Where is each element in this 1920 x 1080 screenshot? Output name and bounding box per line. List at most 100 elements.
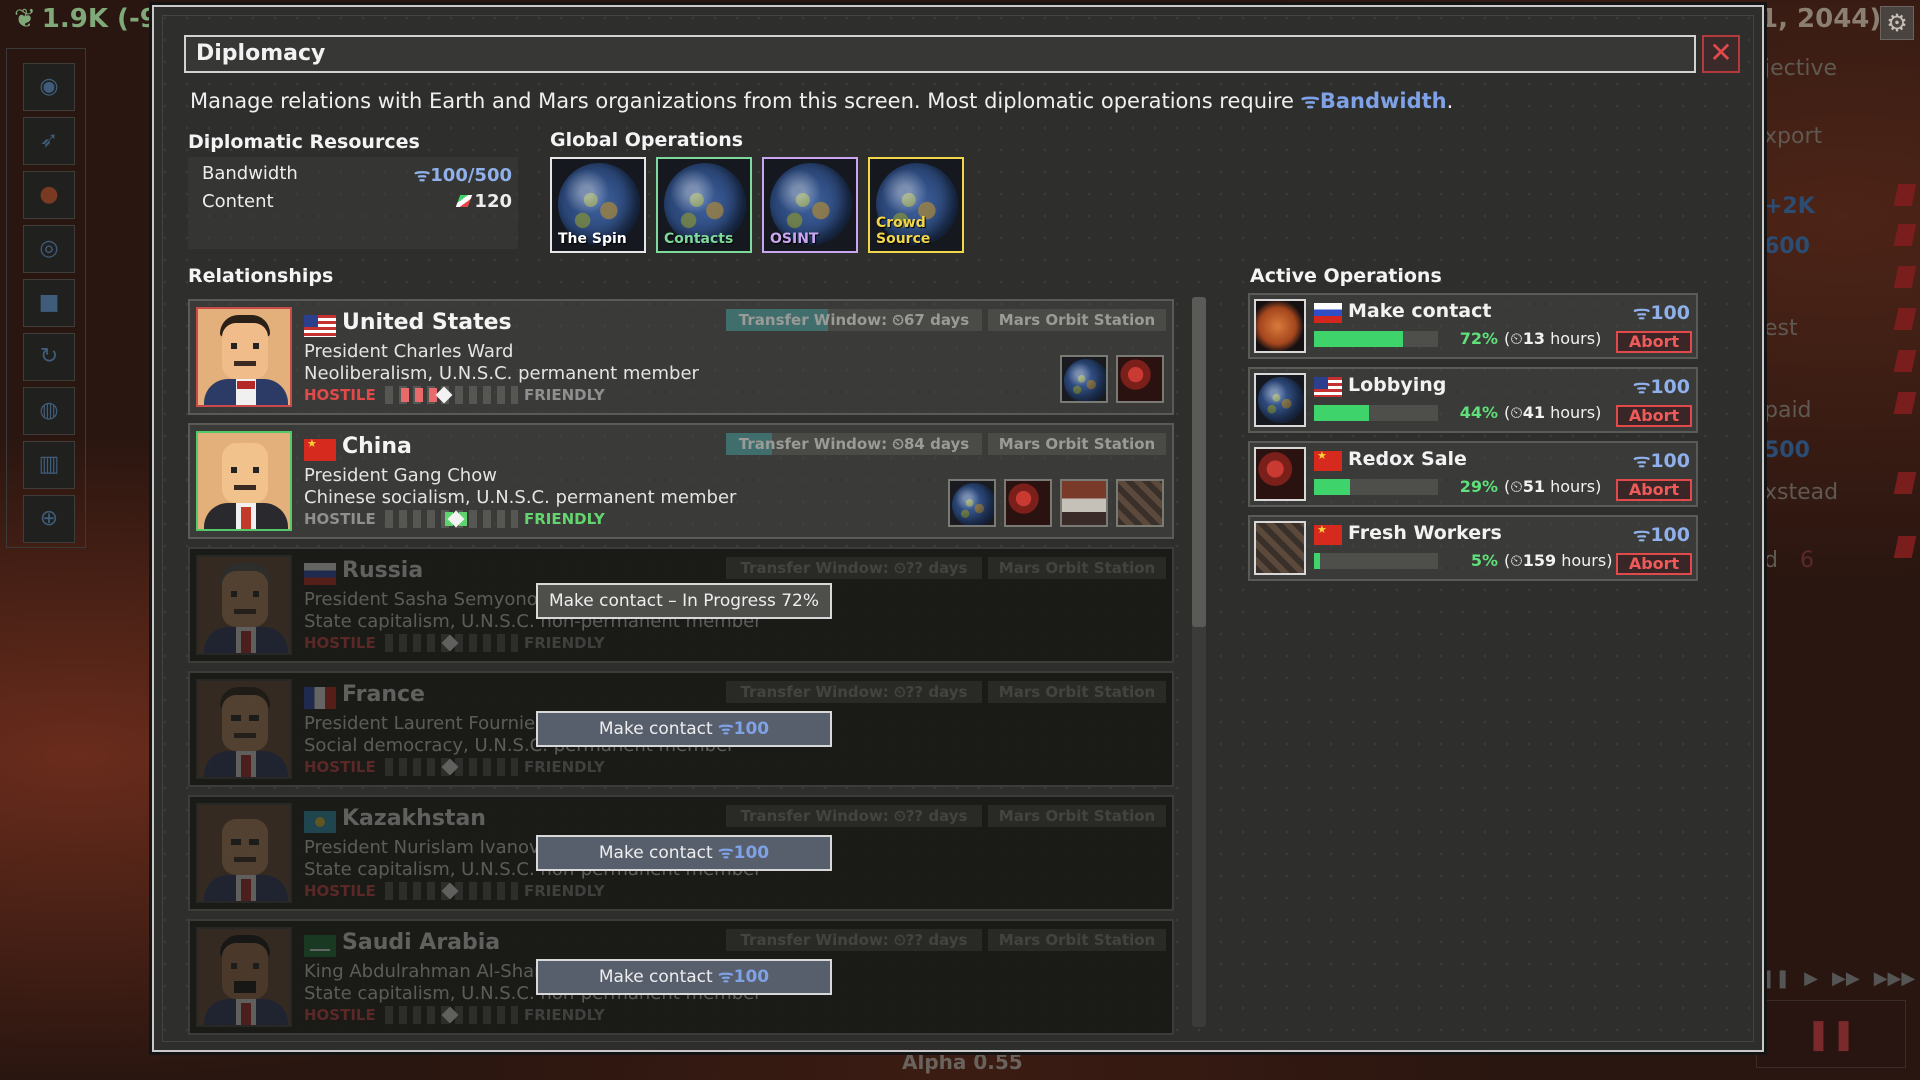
relationship-card-russia[interactable]: Russia President Sasha Semyonov State ca… <box>188 547 1174 663</box>
relation-meter: HOSTILE FRIENDLY <box>304 758 605 776</box>
cycle-icon[interactable]: ↻ <box>23 333 75 381</box>
play-icon[interactable]: ▶ <box>1804 968 1818 989</box>
pause-button[interactable]: ❚❚ <box>1756 1000 1906 1068</box>
country-name: Russia <box>342 558 424 583</box>
leaf-icon: ❦ <box>14 4 36 34</box>
fastest-icon[interactable]: ▶▶▶ <box>1874 968 1916 989</box>
bg-count-text: 6 <box>1800 548 1814 573</box>
china-flag-icon <box>1314 523 1342 545</box>
globe-op-image <box>1254 373 1306 427</box>
station-tag: Mars Orbit Station <box>988 805 1166 827</box>
op-the-spin-button[interactable]: The Spin <box>550 157 646 253</box>
relation-track <box>382 1006 518 1024</box>
abort-button[interactable]: Abort <box>1616 553 1692 575</box>
op-time-remaining: (⏲159 hours) <box>1504 551 1613 570</box>
relation-track <box>382 758 518 776</box>
fast-forward-icon[interactable]: ▶▶ <box>1832 968 1860 989</box>
side-toolbar: ◉ ➶ ● ◎ ■ ↻ ◍ ▥ ⊕ <box>6 48 86 548</box>
relation-track <box>382 882 518 900</box>
leader-portrait <box>196 307 292 407</box>
russia-flag-icon <box>304 563 336 585</box>
make-contact-button[interactable]: Make contact ᯤ100 <box>536 835 832 871</box>
relationships-list: United States President Charles Ward Neo… <box>188 291 1178 1037</box>
relation-meter: HOSTILE FRIENDLY <box>304 386 605 404</box>
relation-meter: HOSTILE FRIENDLY <box>304 882 605 900</box>
bg-value-text: +2K <box>1764 194 1815 219</box>
bandwidth-icon: ᯤ <box>413 165 431 186</box>
op-contacts-button[interactable]: Contacts <box>656 157 752 253</box>
abort-button[interactable]: Abort <box>1616 331 1692 353</box>
relationship-card-kazakhstan[interactable]: Kazakhstan President Nurislam Ivanov Sta… <box>188 795 1174 911</box>
relationship-card-china[interactable]: China President Gang Chow Chinese social… <box>188 423 1174 539</box>
station-tag: Mars Orbit Station <box>988 557 1166 579</box>
workers-op-icon <box>1116 479 1164 527</box>
op-progress-bar <box>1314 553 1438 569</box>
relation-marker <box>441 634 459 652</box>
bg-objective-text: jective <box>1764 56 1838 81</box>
speed-controls: ❚❚ ▶ ▶▶ ▶▶▶ <box>1760 968 1915 989</box>
content-value: 120 <box>456 191 512 212</box>
country-name: Saudi Arabia <box>342 930 501 955</box>
relation-marker <box>441 758 459 776</box>
relationship-card-france[interactable]: France President Laurent Fournier Social… <box>188 671 1174 787</box>
transfer-window-tag: Transfer Window: ⏲84 days <box>726 433 982 455</box>
bandwidth-icon: ᯤ <box>718 719 734 739</box>
globe-icon[interactable]: ⊕ <box>23 495 75 543</box>
op-cost: ᯤ100 <box>1632 524 1690 546</box>
op-osint-button[interactable]: OSINT <box>762 157 858 253</box>
relationship-card-saudi-arabia[interactable]: Saudi Arabia King Abdulrahman Al-Shammar… <box>188 919 1174 1035</box>
mars-icon[interactable]: ● <box>23 171 75 219</box>
transfer-window-tag: Transfer Window: ⏲?? days <box>726 929 982 951</box>
bg-text: xstead <box>1764 480 1839 505</box>
satellite-icon[interactable]: ◎ <box>23 225 75 273</box>
op-cost: ᯤ100 <box>1632 376 1690 398</box>
bandwidth-icon: ᯤ <box>1632 302 1651 324</box>
relation-track <box>382 386 518 404</box>
transport-op-icon <box>1060 479 1108 527</box>
relation-meter: HOSTILE FRIENDLY <box>304 510 605 528</box>
target-icon[interactable]: ◍ <box>23 387 75 435</box>
leader-portrait <box>196 431 292 531</box>
settings-gear-icon[interactable]: ⚙ <box>1880 6 1914 40</box>
bandwidth-icon: ᯤ <box>718 843 734 863</box>
rocket-icon[interactable]: ➶ <box>23 117 75 165</box>
bg-value-text: 500 <box>1764 438 1810 463</box>
make-contact-button[interactable]: Make contact ᯤ100 <box>536 711 832 747</box>
abort-button[interactable]: Abort <box>1616 479 1692 501</box>
close-button[interactable]: ✕ <box>1702 35 1740 73</box>
relation-marker <box>441 1006 459 1024</box>
make-contact-button[interactable]: Make contact ᯤ100 <box>536 959 832 995</box>
earth-icon[interactable]: ◉ <box>23 63 75 111</box>
redox-op-icon <box>1116 355 1164 403</box>
op-crowd-source-button[interactable]: Crowd Source <box>868 157 964 253</box>
bg-text: d <box>1764 548 1778 573</box>
op-cost: ᯤ100 <box>1632 450 1690 472</box>
leader-portrait <box>196 679 292 779</box>
china-flag-icon <box>304 437 336 461</box>
relationships-scrollbar[interactable] <box>1192 297 1206 1027</box>
pause-small-icon[interactable]: ❚❚ <box>1760 968 1790 989</box>
building-icon[interactable]: ▥ <box>23 441 75 489</box>
bg-text: est <box>1764 316 1798 341</box>
scrollbar-thumb[interactable] <box>1192 297 1206 627</box>
cube-icon[interactable]: ■ <box>23 279 75 327</box>
station-tag: Mars Orbit Station <box>988 681 1166 703</box>
op-time-remaining: (⏲51 hours) <box>1504 477 1602 496</box>
op-percent: 72% <box>1459 329 1498 348</box>
bandwidth-icon: ᯤ <box>1632 376 1651 398</box>
station-tag: Mars Orbit Station <box>988 309 1166 331</box>
ideology-text: Chinese socialism, U.N.S.C. permanent me… <box>304 487 737 508</box>
relationship-card-united-states[interactable]: United States President Charles Ward Neo… <box>188 299 1174 415</box>
active-op-lobbying: Lobbying ᯤ100 44% (⏲41 hours) Abort <box>1248 367 1698 433</box>
active-ops-heading: Active Operations <box>1250 265 1442 287</box>
active-op-make-contact: Make contact ᯤ100 72% (⏲13 hours) Abort <box>1248 293 1698 359</box>
relation-meter: HOSTILE FRIENDLY <box>304 634 605 652</box>
bandwidth-icon: ᯤ <box>1300 89 1320 113</box>
leader-portrait <box>196 927 292 1027</box>
leader-portrait <box>196 555 292 655</box>
op-time-remaining: (⏲13 hours) <box>1504 329 1602 348</box>
abort-button[interactable]: Abort <box>1616 405 1692 427</box>
relationships-heading: Relationships <box>188 265 334 287</box>
mars-op-image <box>1254 299 1306 353</box>
bg-export-text: xport <box>1764 124 1823 149</box>
